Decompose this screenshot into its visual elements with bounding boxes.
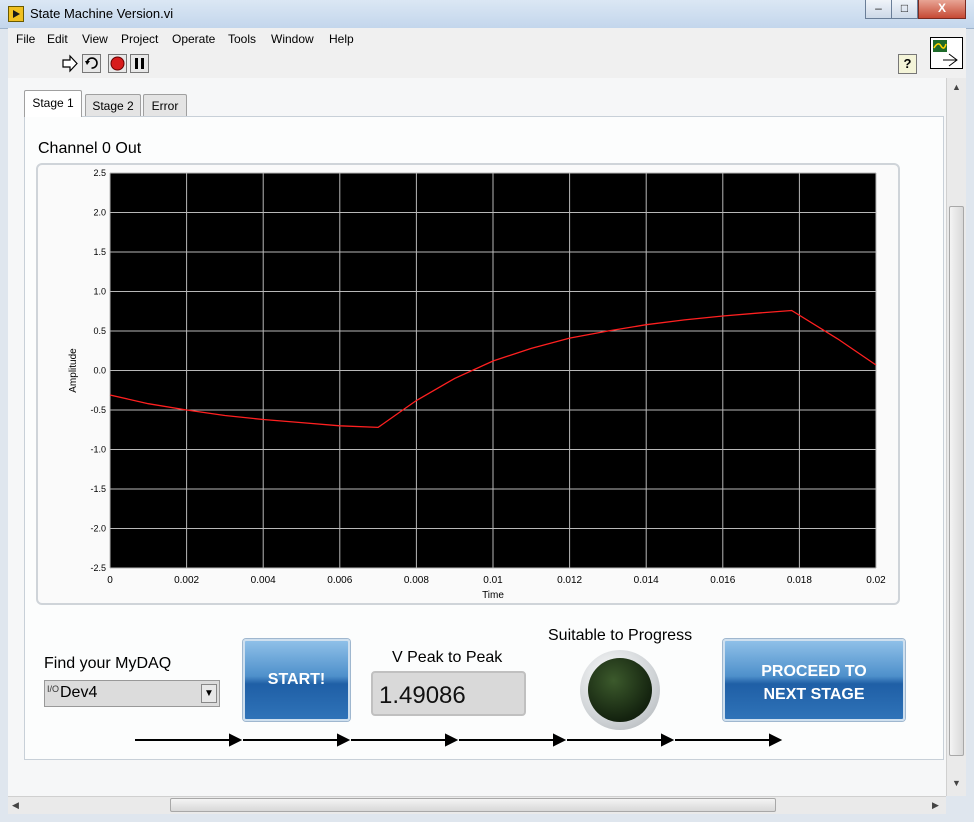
y-tick-label: 0.0: [93, 366, 106, 376]
chevron-down-icon[interactable]: ▼: [201, 684, 217, 703]
scroll-up-icon[interactable]: ▲: [952, 82, 961, 92]
x-tick-label: 0.01: [483, 575, 503, 586]
menu-file[interactable]: File: [16, 32, 35, 46]
proceed-button[interactable]: PROCEED TO NEXT STAGE: [723, 639, 905, 721]
y-tick-label: 1.5: [93, 247, 106, 257]
pause-icon[interactable]: [130, 54, 149, 73]
vertical-scroll-thumb[interactable]: [949, 206, 964, 756]
y-tick-label: 2.0: [93, 208, 106, 218]
x-tick-label: 0.006: [327, 575, 352, 586]
x-tick-label: 0.018: [787, 575, 812, 586]
vi-icon[interactable]: [930, 37, 963, 69]
menu-help[interactable]: Help: [329, 32, 354, 46]
x-axis-label: Time: [482, 590, 504, 601]
y-tick-label: -0.5: [90, 405, 106, 415]
menu-project[interactable]: Project: [121, 32, 158, 46]
close-button[interactable]: X: [918, 0, 966, 19]
horizontal-scrollbar[interactable]: ◀ ▶: [8, 796, 946, 814]
minimize-button[interactable]: –: [865, 0, 892, 19]
y-axis-label: Amplitude: [68, 348, 79, 393]
proceed-label-line1: PROCEED TO: [761, 663, 867, 680]
y-tick-label: -1.0: [90, 445, 106, 455]
scroll-left-icon[interactable]: ◀: [12, 800, 19, 811]
x-tick-label: 0.02: [866, 575, 886, 586]
window-title: State Machine Version.vi: [30, 6, 174, 21]
waveform-graph[interactable]: 0 0.002 0.004 0.006 0.008 0.01 0.012 0.014 0.016…: [36, 163, 900, 605]
menu-bar: File Edit View Project Operate Tools Win…: [8, 28, 966, 50]
find-mydaq-label: Find your MyDAQ: [44, 655, 172, 672]
menu-window[interactable]: Window: [271, 32, 314, 46]
x-tick-label: 0.012: [557, 575, 582, 586]
y-tick-label: -2.5: [90, 563, 106, 573]
y-tick-label: 0.5: [93, 326, 106, 336]
start-button[interactable]: START!: [243, 639, 350, 721]
menu-operate[interactable]: Operate: [172, 32, 215, 46]
y-tick-label: -1.5: [90, 484, 106, 494]
x-tick-label: 0: [107, 575, 113, 586]
y-tick-label: 2.5: [93, 168, 106, 178]
run-arrow-icon[interactable]: [60, 54, 79, 73]
scroll-right-icon[interactable]: ▶: [932, 800, 939, 811]
vpp-indicator: 1.49086: [371, 671, 526, 716]
title-bar: State Machine Version.vi – □ X: [0, 0, 974, 29]
x-tick-label: 0.008: [404, 575, 429, 586]
device-value: Dev4: [60, 684, 98, 701]
menu-view[interactable]: View: [82, 32, 108, 46]
x-tick-label: 0.016: [710, 575, 735, 586]
horizontal-scroll-thumb[interactable]: [170, 798, 776, 812]
context-help-button[interactable]: ?: [898, 54, 917, 74]
vpp-value: 1.49086: [379, 682, 466, 709]
progress-arrows: [135, 733, 783, 747]
tab-stage-1[interactable]: Stage 1: [24, 90, 82, 117]
vpp-label: V Peak to Peak: [392, 649, 503, 666]
suitable-led: [588, 658, 652, 722]
toolbar: [8, 50, 966, 79]
tab-stage-2[interactable]: Stage 2: [85, 94, 141, 116]
menu-tools[interactable]: Tools: [228, 32, 256, 46]
graph-label: Channel 0 Out: [38, 140, 142, 157]
abort-icon[interactable]: [108, 54, 127, 73]
labview-app-icon[interactable]: [8, 6, 24, 22]
x-tick-label: 0.004: [251, 575, 276, 586]
device-selector[interactable]: I/O Dev4 ▼: [44, 680, 220, 707]
maximize-button[interactable]: □: [891, 0, 918, 19]
menu-edit[interactable]: Edit: [47, 32, 68, 46]
x-tick-label: 0.014: [634, 575, 659, 586]
io-icon: I/O: [47, 684, 60, 694]
y-tick-label: 1.0: [93, 287, 106, 297]
x-tick-label: 0.002: [174, 575, 199, 586]
run-continuously-icon[interactable]: [82, 54, 101, 73]
suitable-label: Suitable to Progress: [548, 627, 693, 644]
vertical-scrollbar[interactable]: ▲ ▼: [946, 78, 966, 796]
scroll-down-icon[interactable]: ▼: [952, 778, 961, 788]
y-tick-label: -2.0: [90, 524, 106, 534]
tab-error[interactable]: Error: [143, 94, 187, 116]
proceed-label-line2: NEXT STAGE: [763, 686, 865, 703]
